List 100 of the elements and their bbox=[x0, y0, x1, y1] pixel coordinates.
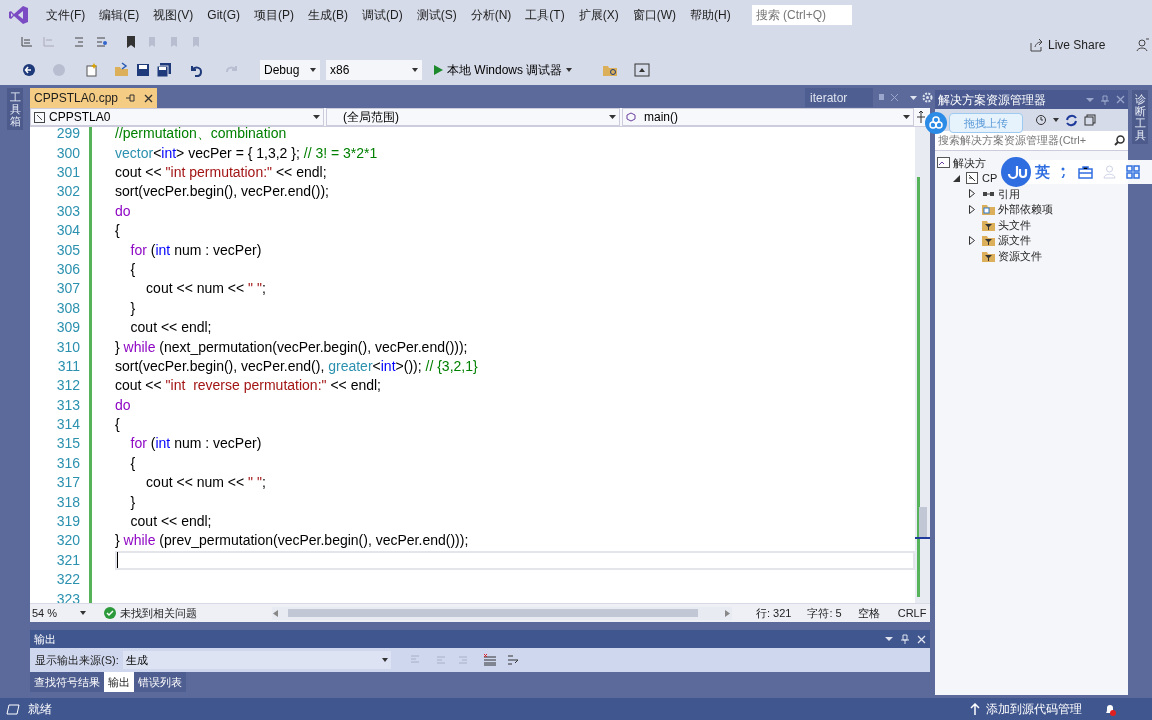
up-arrow-icon[interactable] bbox=[970, 703, 980, 715]
feedback-icon[interactable] bbox=[1136, 38, 1151, 52]
scope-dropdown[interactable]: (全局范围) bbox=[326, 108, 620, 126]
split-icon[interactable] bbox=[914, 108, 928, 126]
platform-dropdown[interactable]: x86 bbox=[326, 59, 422, 80]
panel-tab[interactable]: 错误列表 bbox=[134, 672, 186, 692]
toolbox-tab[interactable]: 工具箱 bbox=[7, 88, 23, 131]
clear-all-icon[interactable] bbox=[482, 654, 497, 666]
caret-icon[interactable] bbox=[1053, 118, 1059, 122]
tree-item[interactable]: CP bbox=[953, 170, 998, 186]
menu-item[interactable]: 工具(T) bbox=[518, 6, 572, 24]
new-item-icon[interactable] bbox=[84, 61, 100, 78]
menu-item[interactable]: 窗口(W) bbox=[625, 6, 683, 24]
tree-item[interactable]: 源文件 bbox=[969, 232, 1031, 248]
tree-item[interactable]: 解决方 bbox=[937, 155, 986, 171]
menu-item[interactable]: 扩展(X) bbox=[571, 6, 626, 24]
save-icon[interactable] bbox=[136, 62, 150, 77]
word-wrap-icon[interactable] bbox=[506, 654, 521, 666]
vertical-scrollbar[interactable] bbox=[915, 127, 930, 603]
share-icon[interactable] bbox=[1029, 38, 1043, 52]
diagnostic-tools-tab[interactable]: 诊断工具 bbox=[1132, 90, 1148, 145]
panel-tab[interactable]: 输出 bbox=[104, 672, 134, 692]
bookmark-icon[interactable] bbox=[124, 35, 138, 49]
menu-item[interactable]: 项目(P) bbox=[247, 6, 301, 24]
menu-item[interactable]: 帮助(H) bbox=[683, 6, 738, 24]
scroll-left-icon[interactable] bbox=[273, 609, 278, 617]
horizontal-scrollbar[interactable] bbox=[272, 606, 732, 620]
menu-item[interactable]: Git(G) bbox=[200, 6, 247, 24]
collapsed-icon[interactable] bbox=[969, 235, 975, 245]
ime-logo-icon[interactable] bbox=[1001, 157, 1031, 187]
document-tab[interactable]: iterator bbox=[805, 88, 873, 107]
menu-item[interactable]: 文件(F) bbox=[39, 6, 93, 24]
caret-icon bbox=[412, 67, 418, 72]
screen-icon[interactable] bbox=[634, 62, 651, 77]
indent-icon[interactable] bbox=[94, 35, 108, 49]
play-icon bbox=[434, 64, 443, 75]
code-line: cout << "int permutation:" << endl; bbox=[115, 163, 327, 182]
tree-item[interactable]: 外部依赖项 bbox=[969, 201, 1053, 217]
dropdown-icon[interactable] bbox=[885, 635, 893, 643]
refresh-icon[interactable] bbox=[1065, 113, 1078, 127]
expanded-icon[interactable] bbox=[953, 174, 960, 182]
pin-icon[interactable] bbox=[1101, 94, 1109, 105]
cloud-icon[interactable] bbox=[925, 112, 947, 134]
menu-item[interactable]: 编辑(E) bbox=[92, 6, 147, 24]
filter-folder-icon bbox=[982, 218, 995, 231]
app-logo-icon[interactable] bbox=[9, 5, 29, 25]
dropdown-icon[interactable] bbox=[909, 93, 918, 102]
pin-icon[interactable] bbox=[126, 94, 137, 102]
close-icon[interactable] bbox=[144, 93, 154, 103]
code-line: vector<int> vecPer = { 1,3,2 }; // 3! = 3*2*1 bbox=[115, 143, 378, 163]
settings-icon[interactable] bbox=[922, 92, 933, 103]
dropdown-icon[interactable] bbox=[1086, 95, 1094, 104]
punctuation-icon[interactable] bbox=[1060, 166, 1068, 178]
line-number: 311 bbox=[56, 356, 80, 376]
menu-item[interactable]: 调试(D) bbox=[355, 6, 410, 24]
project-icon bbox=[966, 172, 979, 185]
output-source-dropdown[interactable]: 生成 bbox=[122, 651, 391, 669]
zoom-dropdown[interactable]: 54 % bbox=[30, 604, 88, 622]
line-indicator[interactable]: 行: 321 bbox=[756, 604, 792, 622]
menu-item[interactable]: 测试(S) bbox=[409, 6, 464, 24]
line-number: 303 bbox=[55, 201, 80, 221]
tree-item[interactable]: 引用 bbox=[969, 186, 1020, 202]
search-field[interactable]: 搜索 (Ctrl+Q) bbox=[751, 5, 852, 25]
source-control-button[interactable]: 添加到源代码管理 bbox=[986, 700, 1082, 718]
menu-item[interactable]: 分析(N) bbox=[463, 6, 519, 24]
output-icon[interactable] bbox=[6, 703, 20, 715]
bell-icon[interactable] bbox=[1104, 702, 1116, 716]
project-dropdown[interactable]: CPPSTLA0 bbox=[30, 108, 324, 126]
pin-icon[interactable] bbox=[877, 93, 886, 102]
input-mode-toggle[interactable]: 英 bbox=[1035, 160, 1050, 184]
configuration-dropdown[interactable]: Debug bbox=[260, 59, 320, 80]
comment-icon[interactable] bbox=[20, 35, 34, 49]
menu-item[interactable]: 视图(V) bbox=[146, 6, 201, 24]
document-tab[interactable]: CPPSTLA0.cpp bbox=[30, 88, 158, 108]
menu-item[interactable]: 生成(B) bbox=[301, 6, 355, 24]
back-icon[interactable] bbox=[22, 62, 36, 77]
search-field[interactable]: 搜索解决方案资源管理器(Ctrl+ bbox=[935, 131, 1128, 151]
scroll-right-icon[interactable] bbox=[725, 609, 730, 617]
save-all-icon[interactable] bbox=[156, 61, 172, 78]
spacing-indicator[interactable]: 空格 bbox=[857, 604, 880, 622]
panel-tab[interactable]: 查找符号结果 bbox=[30, 672, 104, 692]
outdent-icon[interactable] bbox=[72, 35, 86, 49]
line-number: 323 bbox=[55, 589, 80, 603]
line-number: 316 bbox=[55, 453, 80, 473]
collapse-all-icon[interactable] bbox=[1084, 114, 1096, 126]
code-line: { bbox=[115, 221, 120, 241]
tree-item[interactable]: 资源文件 bbox=[969, 248, 1042, 264]
history-icon[interactable] bbox=[1035, 114, 1047, 126]
char-indicator[interactable]: 字符: 5 bbox=[807, 604, 842, 622]
open-folder-icon[interactable] bbox=[114, 61, 130, 78]
member-dropdown[interactable]: main() bbox=[622, 108, 914, 126]
start-debugging-button[interactable]: 本地 Windows 调试器 bbox=[432, 59, 575, 80]
line-number: 317 bbox=[55, 473, 80, 493]
live-share-link[interactable]: Live Share bbox=[1048, 36, 1106, 54]
toolbox-icon[interactable] bbox=[1078, 165, 1093, 179]
tree-item[interactable]: 头文件 bbox=[969, 217, 1031, 233]
filter-folder-icon bbox=[982, 234, 995, 247]
line-ending-indicator[interactable]: CRLF bbox=[897, 604, 927, 622]
grid-icon[interactable] bbox=[1126, 165, 1140, 179]
issues-status[interactable]: 未找到相关问题 bbox=[120, 604, 272, 622]
